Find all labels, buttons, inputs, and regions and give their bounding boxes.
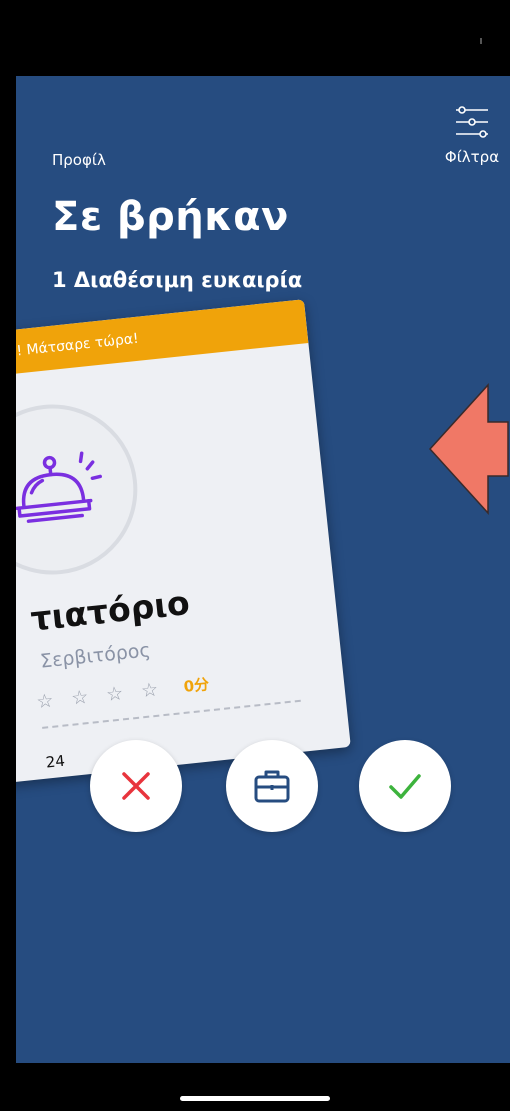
star-rating: ☆ ☆ ☆ ☆ xyxy=(35,677,166,714)
check-icon xyxy=(389,774,421,799)
arrow-left-icon xyxy=(428,383,509,515)
home-bar-area xyxy=(0,1063,510,1111)
filter-label: Φίλτρα xyxy=(444,148,500,166)
profile-link[interactable]: Προφίλ xyxy=(52,151,106,169)
briefcase-icon xyxy=(254,770,290,803)
match-banner: η! Μάτσαρε τώρα! xyxy=(16,299,309,385)
close-icon xyxy=(122,772,150,800)
job-date: 24 xyxy=(44,751,66,772)
rating-value: 0分 xyxy=(182,675,210,696)
status-indicator xyxy=(480,38,482,44)
job-role: Σερβιτόρος xyxy=(39,639,152,673)
service-bell-icon xyxy=(16,451,102,523)
page-title: Σε βρήκαν xyxy=(52,194,289,240)
opportunities-count: 1 Διαθέσιμη ευκαιρία xyxy=(52,268,303,292)
job-card[interactable]: η! Μάτσαρε τώρα! τιατόριο Σερβιτόρος ☆ ☆… xyxy=(16,299,351,789)
business-logo xyxy=(16,396,146,583)
reject-button[interactable] xyxy=(90,740,182,832)
job-details-button[interactable] xyxy=(226,740,318,832)
filter-button[interactable]: Φίλτρα xyxy=(436,102,508,166)
job-match-screen: Προφίλ Φίλτρα Σε βρήκαν 1 Διαθέσιμη ευκα… xyxy=(16,76,510,1063)
status-bar xyxy=(0,0,510,76)
accept-button[interactable] xyxy=(359,740,451,832)
home-indicator[interactable] xyxy=(180,1096,330,1101)
sliders-icon xyxy=(456,106,488,138)
business-name: τιατόριο xyxy=(28,582,192,639)
